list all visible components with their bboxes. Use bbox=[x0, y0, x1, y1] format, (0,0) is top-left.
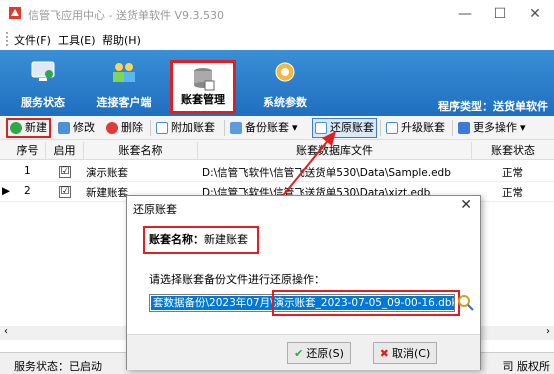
toolbar-separator bbox=[452, 120, 453, 136]
toolbar-separator bbox=[150, 120, 151, 136]
more-actions-button[interactable]: 更多操作 ▾ bbox=[458, 118, 526, 138]
scroll-right-icon[interactable]: › bbox=[546, 326, 550, 337]
title-bar: 信管飞应用中心 - 送货单软件 V9.3.530 — ☐ ✕ bbox=[0, 0, 554, 28]
users-icon bbox=[113, 63, 135, 82]
account-name-value: 新建账套 bbox=[204, 233, 248, 246]
cancel-button[interactable]: ✖ 取消(C) bbox=[373, 342, 437, 364]
attach-icon bbox=[156, 122, 168, 134]
menu-grip bbox=[6, 32, 8, 46]
app-logo-icon bbox=[9, 7, 21, 19]
toolbar-separator bbox=[380, 120, 381, 136]
restore-ok-button[interactable]: ✔ 还原(S) bbox=[287, 342, 351, 364]
ribbon-account-management[interactable]: 账套管理 bbox=[170, 60, 236, 114]
service-status-text: 服务状态：已启动 bbox=[14, 360, 102, 373]
enabled-checkbox[interactable]: ☑ bbox=[59, 166, 71, 178]
row-pointer-icon: ▶ bbox=[2, 185, 11, 197]
col-no: 序号 bbox=[10, 142, 46, 160]
window-title: 信管飞应用中心 - 送货单软件 V9.3.530 bbox=[28, 9, 224, 22]
more-icon bbox=[458, 122, 470, 134]
attach-button[interactable]: 附加账套 bbox=[156, 118, 215, 138]
col-file: 账套数据库文件 bbox=[198, 142, 472, 160]
ribbon-system-params[interactable]: 系统参数 bbox=[250, 54, 320, 114]
upgrade-button[interactable]: 升级账套 bbox=[386, 118, 445, 138]
dialog-prompt: 请选择账套备份文件进行还原操作： bbox=[149, 273, 325, 286]
menu-file[interactable]: 文件(F) bbox=[14, 32, 51, 48]
browse-search-icon[interactable] bbox=[457, 294, 475, 312]
edit-button[interactable]: 修改 bbox=[58, 118, 95, 138]
new-button[interactable]: 新建 bbox=[6, 118, 51, 138]
col-enabled: 启用 bbox=[46, 142, 84, 160]
upgrade-icon bbox=[386, 122, 398, 134]
col-status: 账套状态 bbox=[491, 144, 535, 157]
delete-icon bbox=[106, 122, 118, 134]
edit-icon bbox=[58, 122, 70, 134]
delete-button[interactable]: 删除 bbox=[106, 118, 143, 138]
table-row[interactable]: 1 ☑ 演示账套 D:\信管飞软件\信管飞送货单530\Data\Sample.… bbox=[0, 162, 554, 182]
plus-icon bbox=[10, 122, 22, 134]
dropdown-arrow-icon: ▾ bbox=[292, 121, 298, 134]
copyright-text: 司 版权所 bbox=[502, 360, 551, 373]
check-icon: ✔ bbox=[294, 346, 304, 360]
close-button[interactable]: ✕ bbox=[520, 3, 550, 25]
dropdown-arrow-icon: ▾ bbox=[520, 121, 526, 134]
ribbon: 服务状态 连接客户端 账套管理 系统参数 程序类型：送货单软件 bbox=[0, 50, 554, 116]
cancel-icon: ✖ bbox=[379, 346, 389, 360]
restore-icon bbox=[315, 122, 327, 134]
toolbar-separator bbox=[224, 120, 225, 136]
program-type: 程序类型：送货单软件 bbox=[438, 100, 548, 113]
toolbar: 新建 修改 删除 附加账套 备份账套 ▾ 还原账套 升级账套 更多操作 ▾ bbox=[0, 116, 554, 140]
scroll-left-icon[interactable]: ‹ bbox=[4, 326, 8, 337]
backup-icon bbox=[230, 122, 242, 134]
path-highlight-box bbox=[272, 290, 460, 316]
menu-bar: 文件(F) 工具(E) 帮助(H) bbox=[0, 28, 554, 50]
restore-button[interactable]: 还原账套 bbox=[312, 118, 377, 138]
backup-button[interactable]: 备份账套 ▾ bbox=[230, 118, 298, 138]
ribbon-service-status[interactable]: 服务状态 bbox=[10, 54, 76, 114]
enabled-checkbox[interactable]: ☑ bbox=[59, 186, 71, 198]
monitor-icon bbox=[31, 61, 55, 81]
gear-icon bbox=[275, 62, 295, 82]
account-name-label: 账套名称： bbox=[149, 233, 204, 246]
col-name: 账套名称 bbox=[84, 142, 198, 160]
minimize-button[interactable]: — bbox=[450, 3, 480, 25]
menu-tools[interactable]: 工具(E) bbox=[58, 32, 96, 48]
database-icon bbox=[194, 68, 215, 91]
table-header: 序号 启用 账套名称 账套数据库文件 账套状态 bbox=[0, 140, 554, 160]
maximize-button[interactable]: ☐ bbox=[485, 3, 515, 25]
dialog-close-button[interactable]: ✕ bbox=[460, 197, 472, 213]
dialog-footer: ✔ 还原(S) ✖ 取消(C) bbox=[127, 334, 480, 370]
dialog-title: 还原账套 bbox=[133, 203, 177, 216]
menu-help[interactable]: 帮助(H) bbox=[102, 32, 141, 48]
restore-dialog: 还原账套 ✕ 账套名称：新建账套 请选择账套备份文件进行还原操作： 套数据备份\… bbox=[126, 195, 481, 370]
ribbon-connect-client[interactable]: 连接客户端 bbox=[84, 54, 164, 114]
account-name-box: 账套名称：新建账套 bbox=[143, 226, 259, 254]
